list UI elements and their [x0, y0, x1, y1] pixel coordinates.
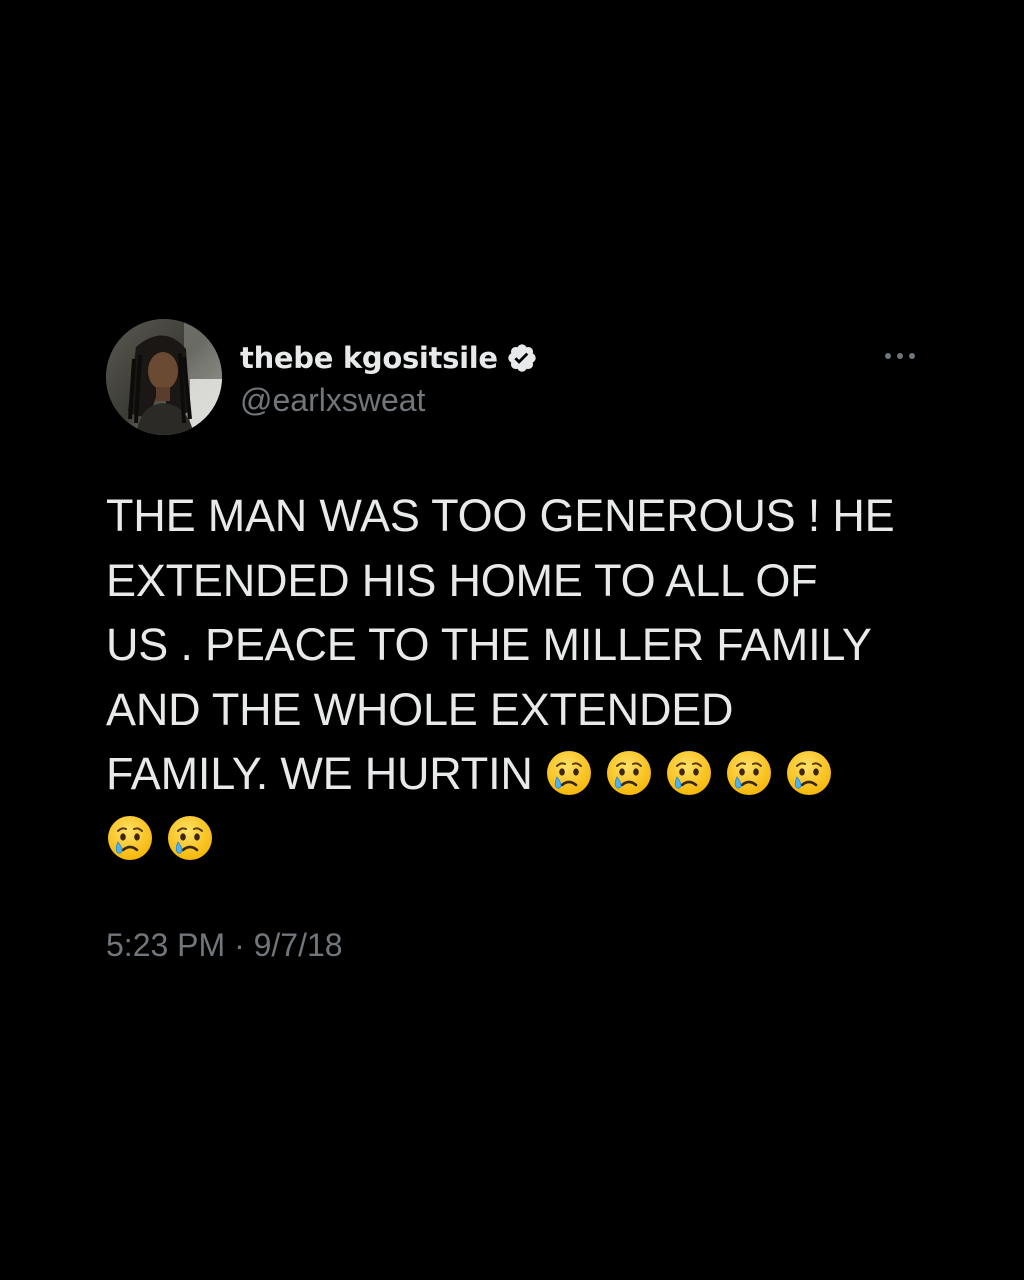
- crying-face-emoji: [666, 751, 711, 795]
- tweet-text-line: US . PEACE TO THE MILLER FAMILY: [106, 619, 872, 670]
- tweet-card: thebe kgositsile @earlxsweat THE MAN WAS…: [106, 318, 918, 964]
- crying-face-emoji: [786, 751, 831, 795]
- display-name[interactable]: thebe kgositsile: [240, 341, 498, 375]
- crying-face-emoji: [546, 751, 591, 795]
- crying-face-emoji: [108, 815, 152, 860]
- avatar[interactable]: [106, 319, 222, 435]
- tweet-text-line: AND THE WHOLE EXTENDED: [106, 683, 734, 735]
- crying-face-emoji: [168, 815, 212, 860]
- crying-face-emoji: [726, 751, 771, 795]
- tweet-text-line-5: FAMILY. WE HURTIN: [106, 742, 918, 807]
- tweet-text: THE MAN WAS TOO GENEROUS ! HE EXTENDED HI…: [106, 484, 918, 871]
- verified-badge-icon: [506, 342, 538, 374]
- tweet-text-line: EXTENDED HIS HOME TO ALL OF: [106, 554, 818, 606]
- emoji-group: [545, 748, 845, 799]
- author-info: thebe kgositsile @earlxsweat: [240, 338, 538, 419]
- tweet-timestamp[interactable]: 5:23 PM · 9/7/18: [106, 927, 918, 964]
- avatar-photo: [106, 319, 222, 435]
- emoji-group: [106, 807, 918, 872]
- more-options-icon[interactable]: [882, 346, 918, 366]
- user-handle[interactable]: @earlxsweat: [240, 382, 538, 419]
- display-name-row: thebe kgositsile: [240, 338, 538, 378]
- tweet-header: thebe kgositsile @earlxsweat: [106, 318, 918, 436]
- crying-face-emoji: [606, 751, 651, 795]
- tweet-text-segment: FAMILY. WE HURTIN: [106, 748, 545, 799]
- tweet-text-line: THE MAN WAS TOO GENEROUS ! HE: [106, 490, 895, 541]
